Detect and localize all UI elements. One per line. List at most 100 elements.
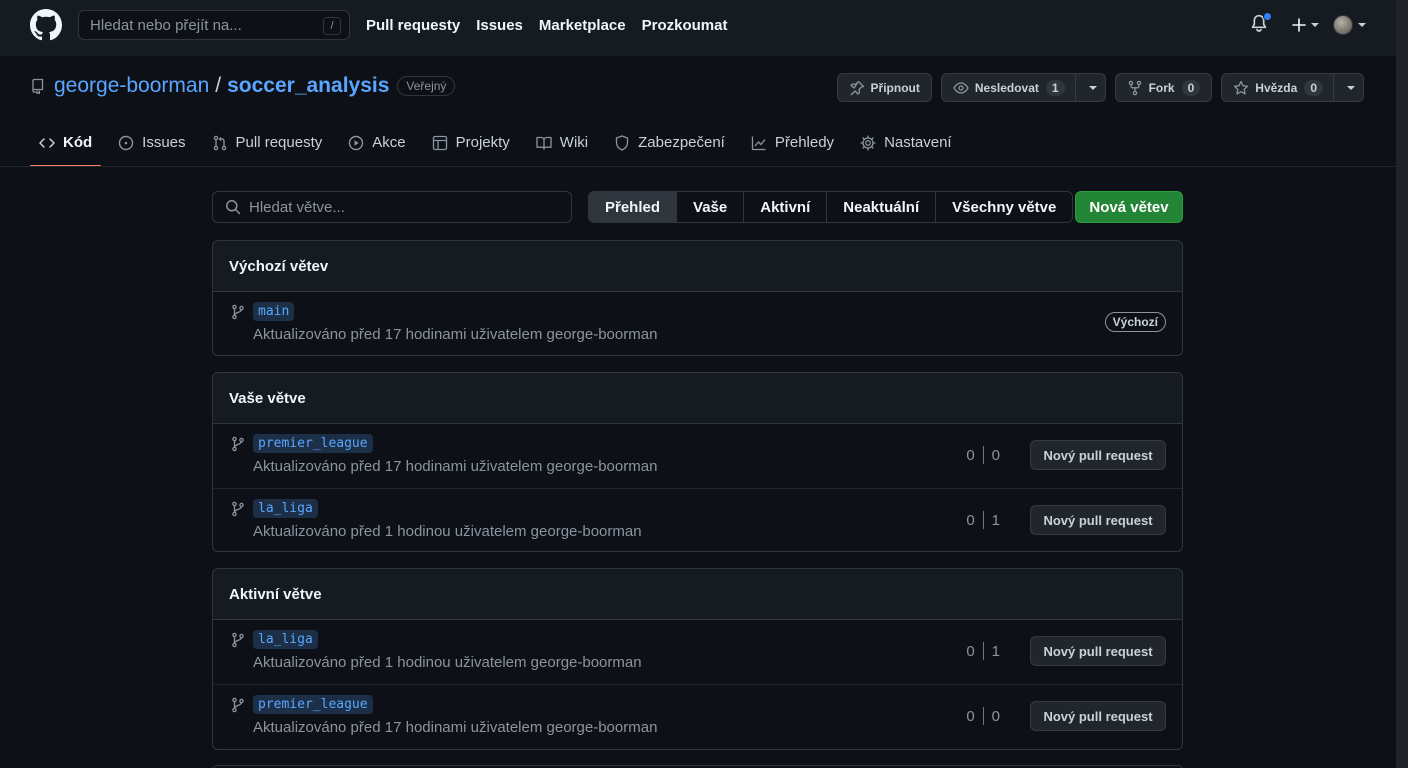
gear-icon [860,134,876,151]
search-shortcut-key: / [323,17,341,35]
repo-name-link[interactable]: soccer_analysis [227,74,389,98]
git-branch-icon [232,501,244,517]
tab-wiki[interactable]: Wiki [527,118,597,167]
branch-name-link[interactable]: main [253,302,295,321]
filter-yours[interactable]: Vaše [676,192,743,222]
branch-updated-text: Aktualizováno před 1 hodinou uživatelem … [253,654,642,671]
github-logo-icon[interactable] [30,9,62,41]
nav-pull-requests[interactable]: Pull requesty [366,17,460,34]
tab-settings[interactable]: Nastavení [851,118,961,167]
pin-button[interactable]: Připnout [836,73,932,102]
fork-button[interactable]: Fork 0 [1114,73,1213,102]
repo-owner-link[interactable]: george-boorman [54,74,209,98]
nav-marketplace[interactable]: Marketplace [539,17,626,34]
star-button[interactable]: Hvězda 0 [1221,73,1364,102]
nav-explore[interactable]: Prozkoumat [642,17,728,34]
repo-tabs: Kód Issues Pull requesty Akce Projekty W… [30,118,969,167]
shield-icon [615,134,629,151]
watch-dropdown[interactable] [1074,74,1105,101]
tab-actions[interactable]: Akce [339,118,414,167]
fork-count: 0 [1181,79,1201,96]
branch-search-input[interactable]: Hledat větve... [212,191,572,223]
ahead-behind-divider [982,446,984,464]
play-icon [349,135,364,150]
ahead-behind-divider [982,511,984,529]
tab-label: Issues [142,134,186,151]
branch-updated-text: Aktualizováno před 17 hodinami uživatele… [253,326,658,343]
section-title: Vaše větve [213,373,1182,424]
chevron-down-icon [1088,85,1097,90]
global-search-input[interactable]: Hledat nebo přejít na... / [78,10,350,40]
global-search-placeholder: Hledat nebo přejít na... [90,16,242,34]
repo-path-separator: / [215,74,222,97]
branch-name-link[interactable]: la_liga [253,630,318,649]
active-branches-section: Aktivní větve la_liga Aktualizováno před… [212,568,1183,750]
search-icon [226,200,241,215]
new-pull-request-button[interactable]: Nový pull request [1030,636,1166,666]
global-nav: Pull requesty Issues Marketplace Prozkou… [366,17,743,34]
book-icon [536,136,552,150]
chevron-down-icon [1358,23,1366,27]
default-badge: Výchozí [1104,312,1166,332]
tab-insights[interactable]: Přehledy [742,118,843,167]
tab-code[interactable]: Kód [30,118,102,167]
ahead-behind-divider [982,707,984,725]
create-new-menu[interactable] [1292,18,1319,32]
tab-projects[interactable]: Projekty [423,118,519,167]
ahead-behind-divider [982,642,984,660]
plus-icon [1292,18,1306,32]
watch-label: Nesledovat [974,80,1039,95]
section-title: Výchozí větev [213,241,1182,292]
branch-updated-text: Aktualizováno před 1 hodinou uživatelem … [253,523,642,540]
user-menu[interactable] [1333,15,1366,35]
git-branch-icon [232,697,244,713]
behind-count: 0 [966,642,975,660]
pin-label: Připnout [870,80,920,95]
tab-label: Akce [372,134,406,151]
ahead-count: 0 [991,446,1000,464]
header-right-controls [1250,12,1366,36]
tab-label: Pull requesty [235,134,323,151]
repo-heading: george-boorman / soccer_analysis Veřejný [30,74,456,98]
tab-pull-requests[interactable]: Pull requesty [203,118,332,167]
filter-active[interactable]: Aktivní [743,192,826,222]
nav-issues[interactable]: Issues [476,17,523,34]
new-pull-request-button[interactable]: Nový pull request [1030,440,1166,470]
fork-label: Fork [1148,80,1175,95]
ahead-behind-count: 0 1 [966,511,1000,529]
filter-stale[interactable]: Neaktuální [826,192,935,222]
git-branch-icon [232,632,244,648]
branch-row: la_liga Aktualizováno před 1 hodinou uži… [213,620,1182,684]
code-icon [39,137,55,148]
star-list-dropdown[interactable] [1333,74,1363,101]
default-branch-section: Výchozí větev main Aktualizováno před 17… [212,240,1183,356]
pin-icon [849,80,864,95]
git-branch-icon [232,436,244,452]
ahead-behind-count: 0 1 [966,642,1000,660]
new-pull-request-button[interactable]: Nový pull request [1030,505,1166,535]
page-scrollbar[interactable] [1396,0,1408,768]
section-title: Aktivní větve [213,569,1182,620]
notification-indicator [1263,12,1272,21]
branch-name-link[interactable]: la_liga [253,499,318,518]
eye-icon [953,81,969,94]
new-pull-request-button[interactable]: Nový pull request [1030,701,1166,731]
tab-security[interactable]: Zabezpečení [605,118,734,167]
tab-label: Nastavení [884,134,952,151]
ahead-count: 0 [991,707,1000,725]
tab-label: Přehledy [774,134,835,151]
table-icon [432,135,447,150]
behind-count: 0 [966,446,975,464]
branch-row: premier_league Aktualizováno před 17 hod… [213,424,1182,488]
pull-request-icon [213,135,226,150]
tab-issues[interactable]: Issues [109,118,194,167]
branch-row: main Aktualizováno před 17 hodinami uživ… [213,292,1182,355]
branch-name-link[interactable]: premier_league [253,695,373,714]
filter-overview[interactable]: Přehled [589,192,677,222]
branch-updated-text: Aktualizováno před 17 hodinami uživatele… [253,458,658,475]
branch-name-link[interactable]: premier_league [253,434,373,453]
notifications-button[interactable] [1250,12,1272,36]
new-branch-button[interactable]: Nová větev [1075,191,1183,223]
unwatch-button[interactable]: Nesledovat 1 [940,73,1106,102]
filter-all[interactable]: Všechny větve [935,192,1072,222]
